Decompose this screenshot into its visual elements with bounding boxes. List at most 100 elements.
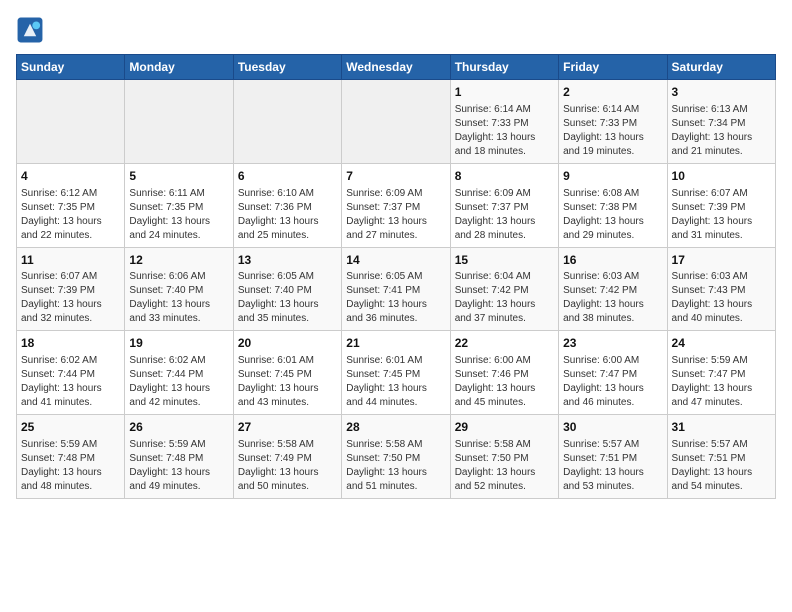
calendar-cell: 26 Sunrise: 5:59 AMSunset: 7:48 PMDayligh…: [125, 415, 233, 499]
day-info: Sunrise: 5:59 AMSunset: 7:48 PMDaylight:…: [21, 438, 120, 494]
day-info: Sunrise: 6:10 AMSunset: 7:36 PMDaylight:…: [238, 187, 337, 243]
day-info: Sunrise: 6:04 AMSunset: 7:42 PMDaylight:…: [455, 270, 554, 326]
day-info: Sunrise: 6:09 AMSunset: 7:37 PMDaylight:…: [455, 187, 554, 243]
calendar-cell: 25 Sunrise: 5:59 AMSunset: 7:48 PMDayligh…: [17, 415, 125, 499]
day-number: 10: [672, 168, 771, 185]
day-number: 2: [563, 84, 662, 101]
calendar-cell: 29 Sunrise: 5:58 AMSunset: 7:50 PMDayligh…: [450, 415, 558, 499]
day-number: 1: [455, 84, 554, 101]
day-info: Sunrise: 5:58 AMSunset: 7:50 PMDaylight:…: [346, 438, 445, 494]
week-row-1: 1 Sunrise: 6:14 AMSunset: 7:33 PMDaylight…: [17, 80, 776, 164]
week-row-5: 25 Sunrise: 5:59 AMSunset: 7:48 PMDayligh…: [17, 415, 776, 499]
header-sunday: Sunday: [17, 55, 125, 80]
day-info: Sunrise: 6:12 AMSunset: 7:35 PMDaylight:…: [21, 187, 120, 243]
page-header: [16, 16, 776, 44]
calendar-cell: 10 Sunrise: 6:07 AMSunset: 7:39 PMDayligh…: [667, 163, 775, 247]
header-tuesday: Tuesday: [233, 55, 341, 80]
calendar-cell: 15Sunrise: 6:04 AMSunset: 7:42 PMDayligh…: [450, 247, 558, 331]
day-number: 19: [129, 335, 228, 352]
day-info: Sunrise: 6:07 AMSunset: 7:39 PMDaylight:…: [672, 187, 771, 243]
day-info: Sunrise: 6:08 AMSunset: 7:38 PMDaylight:…: [563, 187, 662, 243]
day-info: Sunrise: 6:14 AMSunset: 7:33 PMDaylight:…: [455, 103, 554, 159]
day-info: Sunrise: 6:01 AMSunset: 7:45 PMDaylight:…: [346, 354, 445, 410]
day-info: Sunrise: 6:02 AMSunset: 7:44 PMDaylight:…: [129, 354, 228, 410]
calendar-cell: 14Sunrise: 6:05 AMSunset: 7:41 PMDayligh…: [342, 247, 450, 331]
calendar-cell: 24 Sunrise: 5:59 AMSunset: 7:47 PMDayligh…: [667, 331, 775, 415]
day-info: Sunrise: 6:03 AMSunset: 7:43 PMDaylight:…: [672, 270, 771, 326]
day-number: 5: [129, 168, 228, 185]
week-row-2: 4 Sunrise: 6:12 AMSunset: 7:35 PMDaylight…: [17, 163, 776, 247]
day-info: Sunrise: 5:59 AMSunset: 7:47 PMDaylight:…: [672, 354, 771, 410]
calendar-cell: 8 Sunrise: 6:09 AMSunset: 7:37 PMDaylight…: [450, 163, 558, 247]
day-number: 7: [346, 168, 445, 185]
day-info: Sunrise: 5:59 AMSunset: 7:48 PMDaylight:…: [129, 438, 228, 494]
calendar-cell: 30Sunrise: 5:57 AMSunset: 7:51 PMDayligh…: [559, 415, 667, 499]
calendar-cell: [125, 80, 233, 164]
header-saturday: Saturday: [667, 55, 775, 80]
calendar-cell: 7 Sunrise: 6:09 AMSunset: 7:37 PMDaylight…: [342, 163, 450, 247]
week-row-3: 11Sunrise: 6:07 AMSunset: 7:39 PMDayligh…: [17, 247, 776, 331]
day-number: 11: [21, 252, 120, 269]
day-number: 16: [563, 252, 662, 269]
day-number: 24: [672, 335, 771, 352]
day-number: 20: [238, 335, 337, 352]
calendar-cell: 20 Sunrise: 6:01 AMSunset: 7:45 PMDayligh…: [233, 331, 341, 415]
header-monday: Monday: [125, 55, 233, 80]
calendar-cell: 1 Sunrise: 6:14 AMSunset: 7:33 PMDaylight…: [450, 80, 558, 164]
calendar-cell: 23 Sunrise: 6:00 AMSunset: 7:47 PMDayligh…: [559, 331, 667, 415]
day-number: 21: [346, 335, 445, 352]
day-info: Sunrise: 6:02 AMSunset: 7:44 PMDaylight:…: [21, 354, 120, 410]
calendar-cell: 28Sunrise: 5:58 AMSunset: 7:50 PMDayligh…: [342, 415, 450, 499]
calendar-table: SundayMondayTuesdayWednesdayThursdayFrid…: [16, 54, 776, 499]
calendar-cell: 9 Sunrise: 6:08 AMSunset: 7:38 PMDaylight…: [559, 163, 667, 247]
header-thursday: Thursday: [450, 55, 558, 80]
calendar-cell: 31 Sunrise: 5:57 AMSunset: 7:51 PMDayligh…: [667, 415, 775, 499]
calendar-cell: 22Sunrise: 6:00 AMSunset: 7:46 PMDayligh…: [450, 331, 558, 415]
day-number: 9: [563, 168, 662, 185]
day-info: Sunrise: 6:13 AMSunset: 7:34 PMDaylight:…: [672, 103, 771, 159]
day-number: 12: [129, 252, 228, 269]
day-info: Sunrise: 6:00 AMSunset: 7:47 PMDaylight:…: [563, 354, 662, 410]
calendar-cell: 13Sunrise: 6:05 AMSunset: 7:40 PMDayligh…: [233, 247, 341, 331]
calendar-cell: 3 Sunrise: 6:13 AMSunset: 7:34 PMDaylight…: [667, 80, 775, 164]
day-number: 23: [563, 335, 662, 352]
day-info: Sunrise: 6:01 AMSunset: 7:45 PMDaylight:…: [238, 354, 337, 410]
day-number: 13: [238, 252, 337, 269]
day-info: Sunrise: 6:05 AMSunset: 7:41 PMDaylight:…: [346, 270, 445, 326]
day-number: 3: [672, 84, 771, 101]
calendar-cell: 2Sunrise: 6:14 AMSunset: 7:33 PMDaylight…: [559, 80, 667, 164]
day-number: 31: [672, 419, 771, 436]
week-row-4: 18Sunrise: 6:02 AMSunset: 7:44 PMDayligh…: [17, 331, 776, 415]
day-number: 4: [21, 168, 120, 185]
calendar-cell: [233, 80, 341, 164]
day-info: Sunrise: 6:09 AMSunset: 7:37 PMDaylight:…: [346, 187, 445, 243]
day-info: Sunrise: 5:58 AMSunset: 7:49 PMDaylight:…: [238, 438, 337, 494]
day-info: Sunrise: 6:06 AMSunset: 7:40 PMDaylight:…: [129, 270, 228, 326]
header-row: SundayMondayTuesdayWednesdayThursdayFrid…: [17, 55, 776, 80]
day-number: 26: [129, 419, 228, 436]
day-info: Sunrise: 6:00 AMSunset: 7:46 PMDaylight:…: [455, 354, 554, 410]
day-number: 29: [455, 419, 554, 436]
header-wednesday: Wednesday: [342, 55, 450, 80]
day-number: 8: [455, 168, 554, 185]
calendar-cell: 17Sunrise: 6:03 AMSunset: 7:43 PMDayligh…: [667, 247, 775, 331]
day-number: 6: [238, 168, 337, 185]
calendar-cell: [17, 80, 125, 164]
day-info: Sunrise: 5:57 AMSunset: 7:51 PMDaylight:…: [563, 438, 662, 494]
calendar-cell: 16Sunrise: 6:03 AMSunset: 7:42 PMDayligh…: [559, 247, 667, 331]
day-number: 17: [672, 252, 771, 269]
calendar-cell: 11Sunrise: 6:07 AMSunset: 7:39 PMDayligh…: [17, 247, 125, 331]
day-number: 27: [238, 419, 337, 436]
day-number: 25: [21, 419, 120, 436]
day-info: Sunrise: 6:11 AMSunset: 7:35 PMDaylight:…: [129, 187, 228, 243]
day-info: Sunrise: 6:05 AMSunset: 7:40 PMDaylight:…: [238, 270, 337, 326]
calendar-cell: 12Sunrise: 6:06 AMSunset: 7:40 PMDayligh…: [125, 247, 233, 331]
calendar-cell: 6 Sunrise: 6:10 AMSunset: 7:36 PMDaylight…: [233, 163, 341, 247]
calendar-cell: 4 Sunrise: 6:12 AMSunset: 7:35 PMDaylight…: [17, 163, 125, 247]
day-info: Sunrise: 5:58 AMSunset: 7:50 PMDaylight:…: [455, 438, 554, 494]
logo: [16, 16, 48, 44]
day-info: Sunrise: 5:57 AMSunset: 7:51 PMDaylight:…: [672, 438, 771, 494]
day-info: Sunrise: 6:07 AMSunset: 7:39 PMDaylight:…: [21, 270, 120, 326]
day-info: Sunrise: 6:03 AMSunset: 7:42 PMDaylight:…: [563, 270, 662, 326]
logo-icon: [16, 16, 44, 44]
